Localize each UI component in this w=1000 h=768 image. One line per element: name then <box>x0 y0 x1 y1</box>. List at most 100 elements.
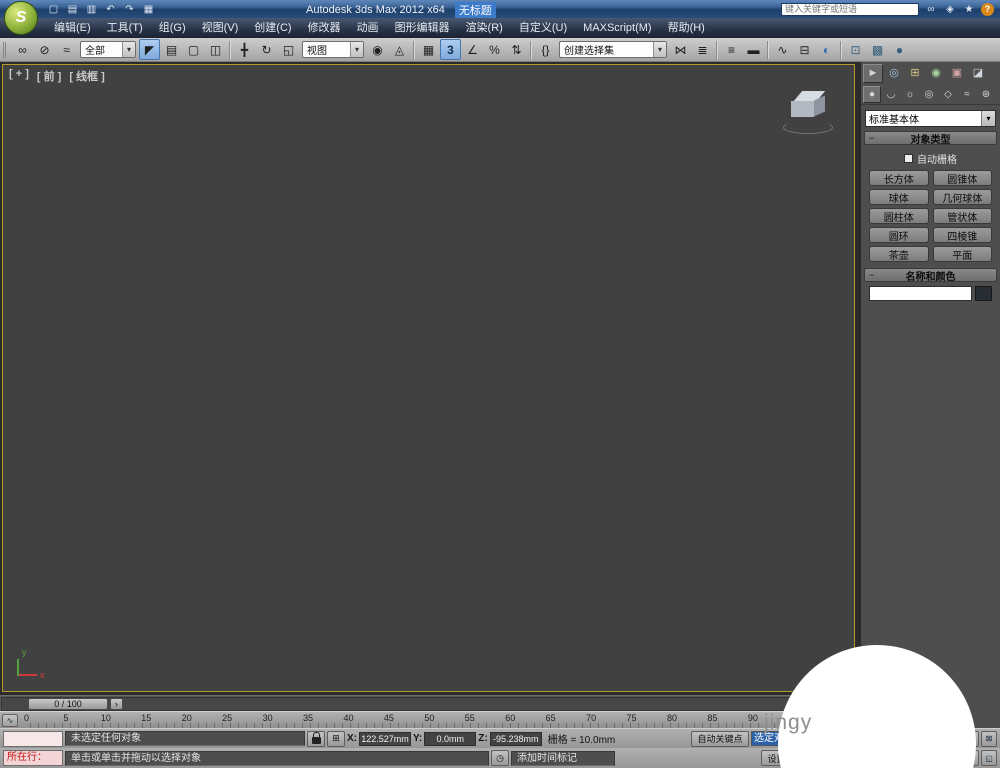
primitive-button[interactable]: 圆环 <box>869 227 929 243</box>
menu-item[interactable]: 创建(C) <box>246 18 299 38</box>
primitive-button[interactable]: 圆柱体 <box>869 208 929 224</box>
select-and-scale-icon[interactable]: ◱ <box>278 39 299 60</box>
edit-named-selection-sets-icon[interactable]: {} <box>535 39 556 60</box>
primitive-button[interactable]: 圆锥体 <box>932 170 992 186</box>
auto-key-button[interactable]: 自动关键点 <box>691 730 749 747</box>
subtab-geometry-icon[interactable]: ● <box>863 86 881 103</box>
schematic-view-icon[interactable]: ⊟ <box>794 39 815 60</box>
viewcube-front-face[interactable] <box>791 101 814 117</box>
subtab-systems-icon[interactable]: ⊛ <box>977 86 995 103</box>
select-and-link-icon[interactable]: ∞ <box>12 39 33 60</box>
maxscript-macro-recorder-pane[interactable] <box>3 730 63 747</box>
menu-item[interactable]: 帮助(H) <box>660 18 713 38</box>
select-by-name-icon[interactable]: ▤ <box>161 39 182 60</box>
primitive-button[interactable]: 球体 <box>869 189 929 205</box>
menu-item[interactable]: 编辑(E) <box>46 18 99 38</box>
zoom-extents-all-icon[interactable]: ⊠ <box>981 730 997 747</box>
primitive-button[interactable]: 茶壶 <box>869 246 929 262</box>
name-color-rollout-header[interactable]: − 名称和颜色 <box>864 268 997 283</box>
help-icon[interactable]: ? <box>981 2 994 16</box>
subtab-cameras-icon[interactable]: ◎ <box>920 86 938 103</box>
viewport-shading-menu[interactable]: [ 线框 ] <box>69 68 104 84</box>
subtab-helpers-icon[interactable]: ◇ <box>939 86 957 103</box>
render-setup-icon[interactable]: ⊡ <box>845 39 866 60</box>
application-menu-button[interactable]: S <box>4 1 38 35</box>
select-and-manipulate-icon[interactable]: ◬ <box>389 39 410 60</box>
infocenter-search-input[interactable] <box>781 2 919 16</box>
menu-item[interactable]: 动画 <box>349 18 387 38</box>
menu-item[interactable]: 修改器 <box>300 18 349 38</box>
subtab-lights-icon[interactable]: ☼ <box>901 86 919 103</box>
named-selection-sets-dropdown[interactable]: 创建选择集 ▾ <box>559 41 667 58</box>
project-folder-icon[interactable]: ▦ <box>141 2 156 16</box>
viewport-pov-menu[interactable]: [ 前 ] <box>37 68 61 84</box>
time-tag-clock-button[interactable]: ◷ <box>491 750 509 766</box>
mini-curve-editor-button[interactable]: ∿ <box>2 714 18 727</box>
tab-utilities-icon[interactable]: ◪ <box>968 64 988 83</box>
redo-icon[interactable]: ↷ <box>122 2 137 16</box>
layer-manager-icon[interactable]: ≡ <box>721 39 742 60</box>
object-color-swatch[interactable] <box>975 286 992 301</box>
tab-motion-icon[interactable]: ◉ <box>926 64 946 83</box>
window-crossing-icon[interactable]: ◫ <box>205 39 226 60</box>
bind-to-space-warp-icon[interactable]: ≈ <box>56 39 77 60</box>
chevron-down-icon[interactable]: ▾ <box>981 111 995 126</box>
undo-icon[interactable]: ↶ <box>103 2 118 16</box>
angle-snap-icon[interactable]: ∠ <box>462 39 483 60</box>
x-coordinate-field[interactable]: 122.527mm <box>359 731 411 746</box>
render-production-icon[interactable]: ● <box>889 39 910 60</box>
select-and-rotate-icon[interactable]: ↻ <box>256 39 277 60</box>
y-coordinate-field[interactable]: 0.0mm <box>424 731 477 746</box>
time-slider-next-button[interactable]: › <box>110 698 123 710</box>
snap-toggle-3d-icon[interactable]: 3 <box>440 39 461 60</box>
primitive-button[interactable]: 长方体 <box>869 170 929 186</box>
selection-lock-toggle[interactable] <box>307 730 325 747</box>
primitive-button[interactable]: 平面 <box>932 246 992 262</box>
graphite-ribbon-toggle-icon[interactable]: ▬ <box>743 39 764 60</box>
tab-hierarchy-icon[interactable]: ⊞ <box>905 64 925 83</box>
primitive-button[interactable]: 几何球体 <box>932 189 992 205</box>
curve-editor-icon[interactable]: ∿ <box>772 39 793 60</box>
menu-item[interactable]: 工具(T) <box>99 18 151 38</box>
tab-create-icon[interactable]: ► <box>863 64 883 83</box>
menu-item[interactable]: 视图(V) <box>194 18 247 38</box>
tab-display-icon[interactable]: ▣ <box>947 64 967 83</box>
track-bar[interactable]: 0510152025303540455055606570758085909510… <box>0 711 860 728</box>
menu-item[interactable]: MAXScript(M) <box>575 18 659 38</box>
add-time-tag-field[interactable]: 添加时间标记 <box>511 750 615 766</box>
time-slider-handle[interactable]: 0 / 100 <box>28 698 108 710</box>
menu-item[interactable]: 图形编辑器 <box>387 18 458 38</box>
absolute-mode-toggle[interactable]: ⊞ <box>327 730 345 747</box>
primitive-category-dropdown[interactable]: 标准基本体 ▾ <box>865 110 996 127</box>
viewcube[interactable] <box>782 91 836 137</box>
time-slider-track[interactable] <box>1 697 858 711</box>
select-object-icon[interactable]: ◤ <box>139 39 160 60</box>
use-pivot-point-center-icon[interactable]: ◉ <box>367 39 388 60</box>
chevron-down-icon[interactable]: ▾ <box>122 42 135 57</box>
unlink-selection-icon[interactable]: ⊘ <box>34 39 55 60</box>
select-and-move-icon[interactable]: ╋ <box>234 39 255 60</box>
toolbar-grip[interactable] <box>3 41 8 58</box>
save-file-icon[interactable]: ▥ <box>84 2 99 16</box>
viewport-general-menu[interactable]: [ + ] <box>9 68 29 84</box>
object-type-rollout-header[interactable]: − 对象类型 <box>864 131 997 146</box>
favorites-icon[interactable]: ★ <box>962 2 976 16</box>
primitive-button[interactable]: 管状体 <box>932 208 992 224</box>
primitive-button[interactable]: 四棱锥 <box>932 227 992 243</box>
menu-item[interactable]: 自定义(U) <box>511 18 575 38</box>
material-editor-icon[interactable]: ◐ <box>816 39 837 60</box>
spinner-snap-icon[interactable]: ⇅ <box>506 39 527 60</box>
z-coordinate-field[interactable]: -95.238mm <box>489 731 542 746</box>
viewcube-compass-ring[interactable] <box>783 121 833 134</box>
subtab-shapes-icon[interactable]: ◡ <box>882 86 900 103</box>
open-file-icon[interactable]: ▤ <box>65 2 80 16</box>
menu-item[interactable]: 组(G) <box>151 18 194 38</box>
search-icon[interactable]: ∞ <box>924 2 938 16</box>
object-name-input[interactable] <box>869 286 972 301</box>
tab-modify-icon[interactable]: ◎ <box>884 64 904 83</box>
rendered-frame-window-icon[interactable]: ▩ <box>867 39 888 60</box>
mirror-icon[interactable]: ⋈ <box>670 39 691 60</box>
selection-filter-dropdown[interactable]: 全部 ▾ <box>80 41 136 58</box>
rectangular-selection-region-icon[interactable]: ▢ <box>183 39 204 60</box>
new-scene-icon[interactable]: ▢ <box>46 2 61 16</box>
